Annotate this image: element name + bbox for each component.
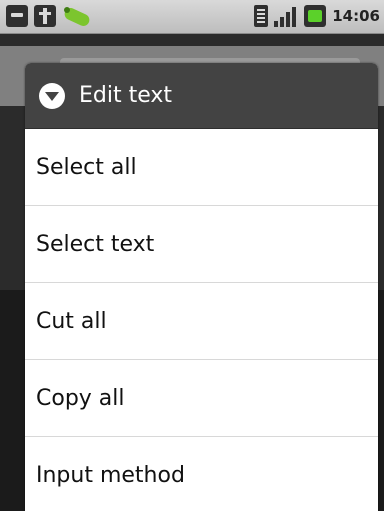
status-time: 14:06 xyxy=(332,7,380,25)
battery-icon xyxy=(304,5,327,27)
wifi-icon xyxy=(254,5,269,27)
dialog-title-bar: Edit text xyxy=(25,63,378,129)
signal-strength-icon xyxy=(274,5,298,27)
pea-app-icon xyxy=(62,5,92,27)
menu-item-cut-all[interactable]: Cut all xyxy=(25,283,378,360)
dropdown-circle-icon xyxy=(39,82,65,109)
menu-item-select-all[interactable]: Select all xyxy=(25,129,378,206)
dialog-title: Edit text xyxy=(79,83,173,108)
usb-debugging-icon xyxy=(34,5,56,27)
status-left-icons xyxy=(6,5,92,27)
chat-notification-icon xyxy=(6,5,28,27)
edit-text-dialog: Edit text Select all Select text Cut all… xyxy=(25,63,378,511)
menu-item-select-text[interactable]: Select text xyxy=(25,206,378,283)
status-bar: 14:06 xyxy=(0,0,384,34)
status-right-icons: 14:06 xyxy=(254,5,380,27)
menu-item-copy-all[interactable]: Copy all xyxy=(25,360,378,437)
edit-text-menu: Select all Select text Cut all Copy all … xyxy=(25,129,378,511)
menu-item-input-method[interactable]: Input method xyxy=(25,437,378,511)
